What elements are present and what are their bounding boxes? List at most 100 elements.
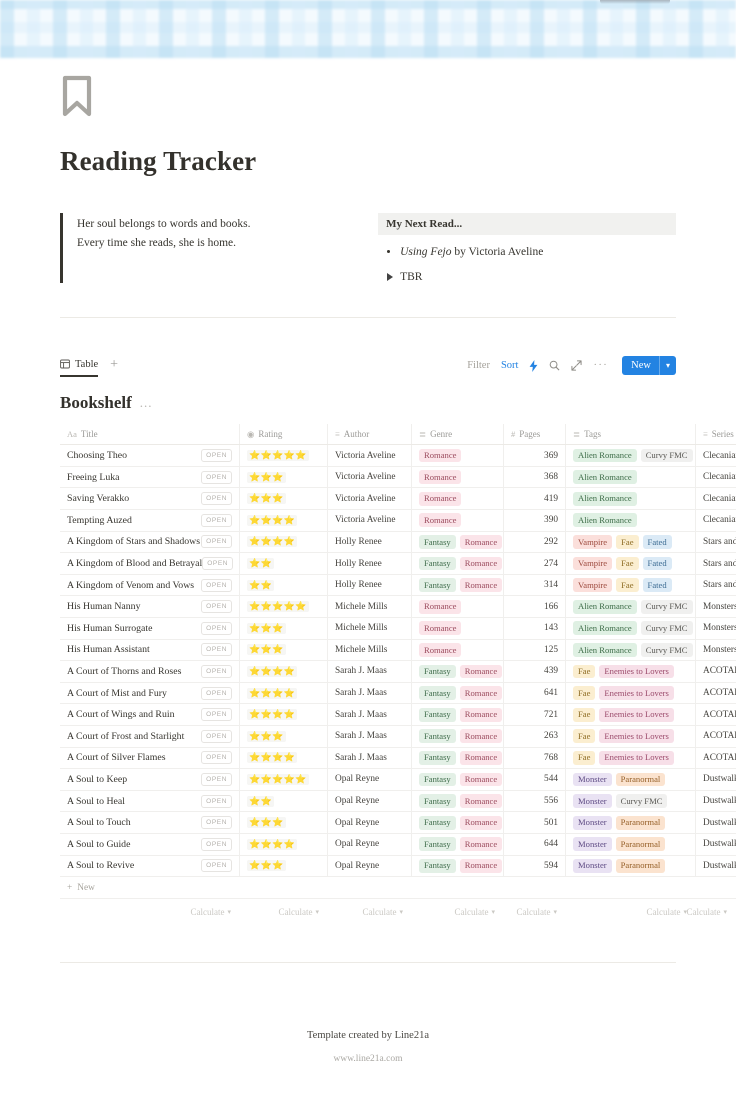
cell-pages[interactable]: 439 <box>504 661 566 682</box>
cell-tags[interactable]: Alien Romance Curvy FMC <box>566 445 696 466</box>
chevron-down-icon[interactable]: ▾ <box>491 908 495 916</box>
calculate-button[interactable]: Calculate ▾ <box>504 907 566 917</box>
open-page-button[interactable]: OPEN <box>201 837 232 851</box>
table-row[interactable]: A Kingdom of Stars and Shadows OPEN ⭐⭐⭐⭐ Ho… <box>60 531 736 554</box>
cell-author[interactable]: Opal Reyne <box>328 812 412 833</box>
table-row[interactable]: Freeing Luka OPEN ⭐⭐⭐ Victoria Aveline Roman… <box>60 466 736 489</box>
cell-author[interactable]: Opal Reyne <box>328 833 412 855</box>
open-page-button[interactable]: OPEN <box>201 751 232 765</box>
cell-tags[interactable]: Fae Enemies to Lovers <box>566 704 696 725</box>
cell-title[interactable]: A Soul to Guide OPEN <box>60 833 240 855</box>
cell-tags[interactable]: Vampire Fae Fated <box>566 574 696 596</box>
table-row[interactable]: A Soul to Guide OPEN ⭐⭐⭐⭐ Opal Reyne Fantasy… <box>60 833 736 856</box>
cell-tags[interactable]: Monster Curvy FMC <box>566 790 696 812</box>
cell-tags[interactable]: Monster Paranormal <box>566 812 696 833</box>
cell-pages[interactable]: 263 <box>504 725 566 747</box>
cell-title[interactable]: A Soul to Keep OPEN <box>60 769 240 790</box>
cell-title[interactable]: A Kingdom of Blood and Betrayal OPEN <box>60 553 240 574</box>
cell-series[interactable]: Clecanian S <box>696 445 736 466</box>
cell-series[interactable]: Clecanian S <box>696 467 736 488</box>
expand-icon[interactable] <box>571 360 583 371</box>
column-header-rating[interactable]: ◉ Rating <box>240 424 328 445</box>
cell-rating[interactable]: ⭐⭐ <box>240 790 328 812</box>
calculate-button[interactable]: Calculate ▾ <box>687 907 736 917</box>
cell-title[interactable]: His Human Nanny OPEN <box>60 596 240 617</box>
cell-title[interactable]: A Court of Wings and Ruin OPEN <box>60 704 240 725</box>
cell-title[interactable]: Saving Verakko OPEN <box>60 488 240 510</box>
cell-pages[interactable]: 501 <box>504 812 566 833</box>
cell-series[interactable]: Monsters Lo <box>696 596 736 617</box>
cell-pages[interactable]: 292 <box>504 531 566 553</box>
cell-author[interactable]: Opal Reyne <box>328 855 412 877</box>
cell-genre[interactable]: Fantasy Romance <box>412 747 504 769</box>
cell-genre[interactable]: Fantasy Romance <box>412 812 504 833</box>
open-page-button[interactable]: OPEN <box>201 686 232 700</box>
table-row[interactable]: A Court of Thorns and Roses OPEN ⭐⭐⭐⭐ Sarah… <box>60 661 736 683</box>
bookmark-icon[interactable] <box>60 74 94 118</box>
cell-genre[interactable]: Romance <box>412 510 504 531</box>
cell-author[interactable]: Victoria Aveline <box>328 466 412 488</box>
cell-genre[interactable]: Fantasy Romance <box>412 682 504 704</box>
cell-genre[interactable]: Romance <box>412 445 504 466</box>
sort-button[interactable]: Sort <box>501 360 519 371</box>
cell-rating[interactable]: ⭐⭐⭐⭐ <box>240 833 328 855</box>
cell-genre[interactable]: Fantasy Romance <box>412 531 504 553</box>
open-page-button[interactable]: OPEN <box>201 535 232 549</box>
open-page-button[interactable]: OPEN <box>201 816 232 830</box>
cell-author[interactable]: Holly Renee <box>328 574 412 596</box>
cell-pages[interactable]: 556 <box>504 790 566 812</box>
new-button[interactable]: New ▾ <box>622 356 676 376</box>
cell-author[interactable]: Opal Reyne <box>328 790 412 812</box>
cell-tags[interactable]: Fae Enemies to Lovers <box>566 682 696 704</box>
table-row[interactable]: Saving Verakko OPEN ⭐⭐⭐ Victoria Aveline Rom… <box>60 488 736 511</box>
column-header-genre[interactable]: ≣ Genre <box>412 424 504 445</box>
cell-tags[interactable]: Fae Enemies to Lovers <box>566 661 696 682</box>
column-header-title[interactable]: Aa Title <box>60 424 240 445</box>
cell-rating[interactable]: ⭐⭐⭐ <box>240 488 328 510</box>
cell-rating[interactable]: ⭐⭐⭐⭐⭐ <box>240 596 328 617</box>
table-row[interactable]: A Soul to Revive OPEN ⭐⭐⭐ Opal Reyne Fantasy… <box>60 855 736 878</box>
cell-rating[interactable]: ⭐⭐ <box>240 574 328 596</box>
open-page-button[interactable]: OPEN <box>201 513 232 527</box>
open-page-button[interactable]: OPEN <box>202 557 234 571</box>
cell-tags[interactable]: Alien Romance <box>566 488 696 510</box>
cell-author[interactable]: Holly Renee <box>328 553 412 574</box>
cell-pages[interactable]: 544 <box>504 769 566 790</box>
open-page-button[interactable]: OPEN <box>201 708 232 722</box>
open-page-button[interactable]: OPEN <box>201 600 232 614</box>
table-row[interactable]: A Soul to Keep OPEN ⭐⭐⭐⭐⭐ Opal Reyne Fantasy… <box>60 769 736 791</box>
table-row[interactable]: His Human Surrogate OPEN ⭐⭐⭐ Michele Mills R… <box>60 618 736 640</box>
cell-title[interactable]: A Court of Frost and Starlight OPEN <box>60 725 240 747</box>
chevron-down-icon[interactable]: ▾ <box>227 908 231 916</box>
cell-pages[interactable]: 768 <box>504 747 566 769</box>
cell-author[interactable]: Michele Mills <box>328 639 412 661</box>
cell-author[interactable]: Michele Mills <box>328 596 412 617</box>
cell-genre[interactable]: Fantasy Romance <box>412 553 504 574</box>
cell-pages[interactable]: 314 <box>504 574 566 596</box>
table-row[interactable]: A Kingdom of Venom and Vows OPEN ⭐⭐ Holly R… <box>60 574 736 597</box>
table-row[interactable]: Choosing Theo OPEN ⭐⭐⭐⭐⭐ Victoria Aveline Ro… <box>60 445 736 467</box>
cell-title[interactable]: A Kingdom of Stars and Shadows OPEN <box>60 531 240 553</box>
cell-genre[interactable]: Romance <box>412 488 504 510</box>
cell-author[interactable]: Victoria Aveline <box>328 510 412 531</box>
cell-pages[interactable]: 644 <box>504 833 566 855</box>
chevron-down-icon[interactable]: ▾ <box>315 908 319 916</box>
table-row[interactable]: A Court of Wings and Ruin OPEN ⭐⭐⭐⭐ Sarah J… <box>60 704 736 726</box>
cell-series[interactable]: Dustwalker <box>696 812 736 833</box>
cell-series[interactable]: Stars and Sh <box>696 532 736 553</box>
lightning-icon[interactable] <box>529 359 538 372</box>
cell-author[interactable]: Sarah J. Maas <box>328 747 412 769</box>
tbr-toggle[interactable]: TBR <box>387 271 676 283</box>
table-row[interactable]: His Human Nanny OPEN ⭐⭐⭐⭐⭐ Michele Mills Rom… <box>60 596 736 618</box>
cell-author[interactable]: Sarah J. Maas <box>328 704 412 725</box>
add-row-button[interactable]: + New <box>60 877 736 900</box>
cell-tags[interactable]: Alien Romance <box>566 466 696 488</box>
cell-rating[interactable]: ⭐⭐⭐⭐ <box>240 661 328 682</box>
cell-genre[interactable]: Fantasy Romance <box>412 769 504 790</box>
cell-tags[interactable]: Alien Romance Curvy FMC <box>566 596 696 617</box>
calculate-button[interactable]: Calculate ▾ <box>412 907 504 917</box>
calculate-button[interactable]: Calculate ▾ <box>328 907 412 917</box>
cell-author[interactable]: Sarah J. Maas <box>328 725 412 747</box>
cell-series[interactable]: Clecanian S <box>696 488 736 509</box>
cell-series[interactable]: ACOTAR <box>696 748 736 769</box>
